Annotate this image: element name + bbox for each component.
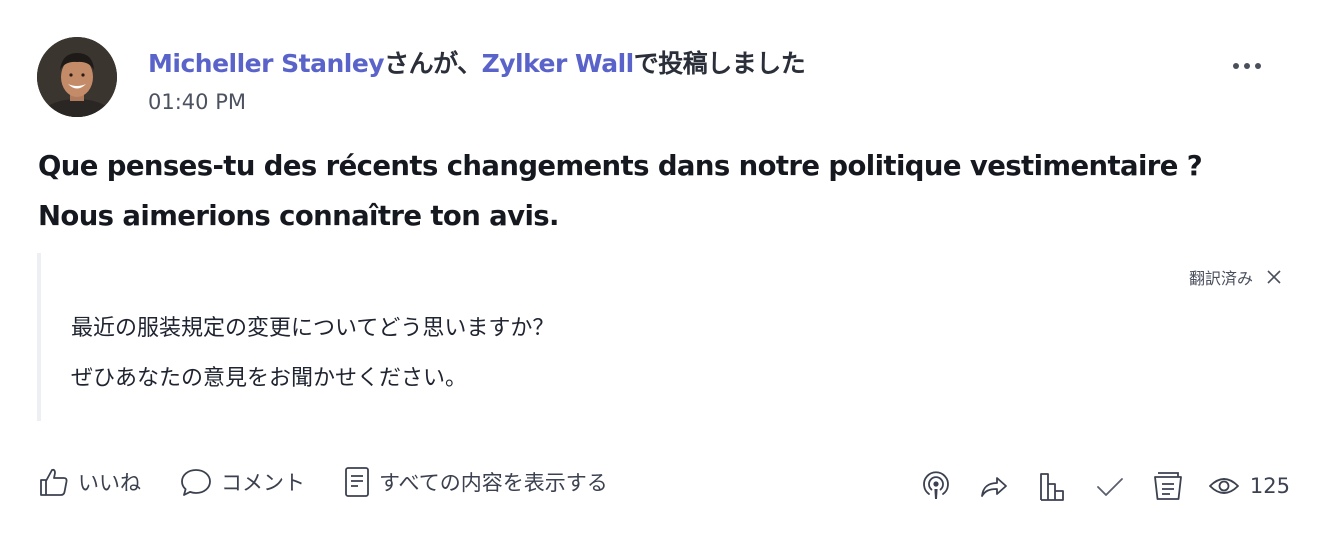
- more-options-button[interactable]: [1232, 62, 1262, 70]
- header-joiner: さんが、: [384, 49, 482, 78]
- like-icon: [40, 468, 68, 496]
- more-icon: [1233, 63, 1261, 69]
- comment-label: コメント: [221, 471, 305, 495]
- close-translation-button[interactable]: [1267, 270, 1281, 284]
- document-icon: [345, 467, 369, 497]
- eye-icon: [1209, 478, 1239, 494]
- translation-text: 最近の服装規定の変更についてどう思いますか？ ぜひあなたの意見をお聞かせください…: [71, 304, 554, 404]
- notes-button[interactable]: [1150, 468, 1186, 504]
- like-button[interactable]: いいね: [38, 466, 141, 498]
- stats-icon: [1040, 473, 1064, 501]
- translated-label: 翻訳済み: [1188, 269, 1253, 288]
- group-link[interactable]: Zylker Wall: [482, 49, 635, 78]
- like-label: いいね: [78, 471, 141, 495]
- mark-done-button[interactable]: [1092, 468, 1128, 504]
- share-icon: [981, 477, 1007, 497]
- check-icon: [1097, 478, 1123, 496]
- translation-line: 最近の服装規定の変更についてどう思いますか？: [71, 316, 555, 341]
- podcast-icon: [923, 471, 949, 499]
- share-button[interactable]: [976, 468, 1012, 504]
- view-count-value: 125: [1249, 474, 1290, 498]
- notes-icon: [1154, 472, 1182, 500]
- post-time: 01:40 PM: [148, 90, 246, 114]
- stats-button[interactable]: [1034, 468, 1070, 504]
- post-header: Micheller Stanleyさんが、Zylker Wallで投稿しました: [148, 44, 806, 80]
- podcast-button[interactable]: [918, 468, 954, 504]
- view-full-content-button[interactable]: すべての内容を表示する: [343, 466, 608, 498]
- post-body: Que penses-tu des récents changements da…: [38, 150, 1203, 232]
- translation-line: ぜひあなたの意見をお聞かせください。: [71, 366, 468, 391]
- post-actions: いいね コメント すべての内容を表示する: [38, 466, 646, 498]
- author-link[interactable]: Micheller Stanley: [148, 49, 385, 78]
- close-icon: [1267, 270, 1281, 284]
- translation-panel: 翻訳済み 最近の服装規定の変更についてどう思いますか？ ぜひあなたの意見をお聞か…: [37, 253, 1281, 421]
- view-count: 125: [1208, 474, 1290, 498]
- header-suffix: で投稿しました: [633, 49, 806, 78]
- comment-icon: [181, 469, 211, 496]
- translation-header: 翻訳済み: [1189, 265, 1281, 289]
- view-full-content-label: すべての内容を表示する: [379, 471, 608, 495]
- avatar[interactable]: [37, 37, 117, 117]
- comment-button[interactable]: コメント: [179, 466, 305, 498]
- post-tools: 125: [896, 468, 1290, 504]
